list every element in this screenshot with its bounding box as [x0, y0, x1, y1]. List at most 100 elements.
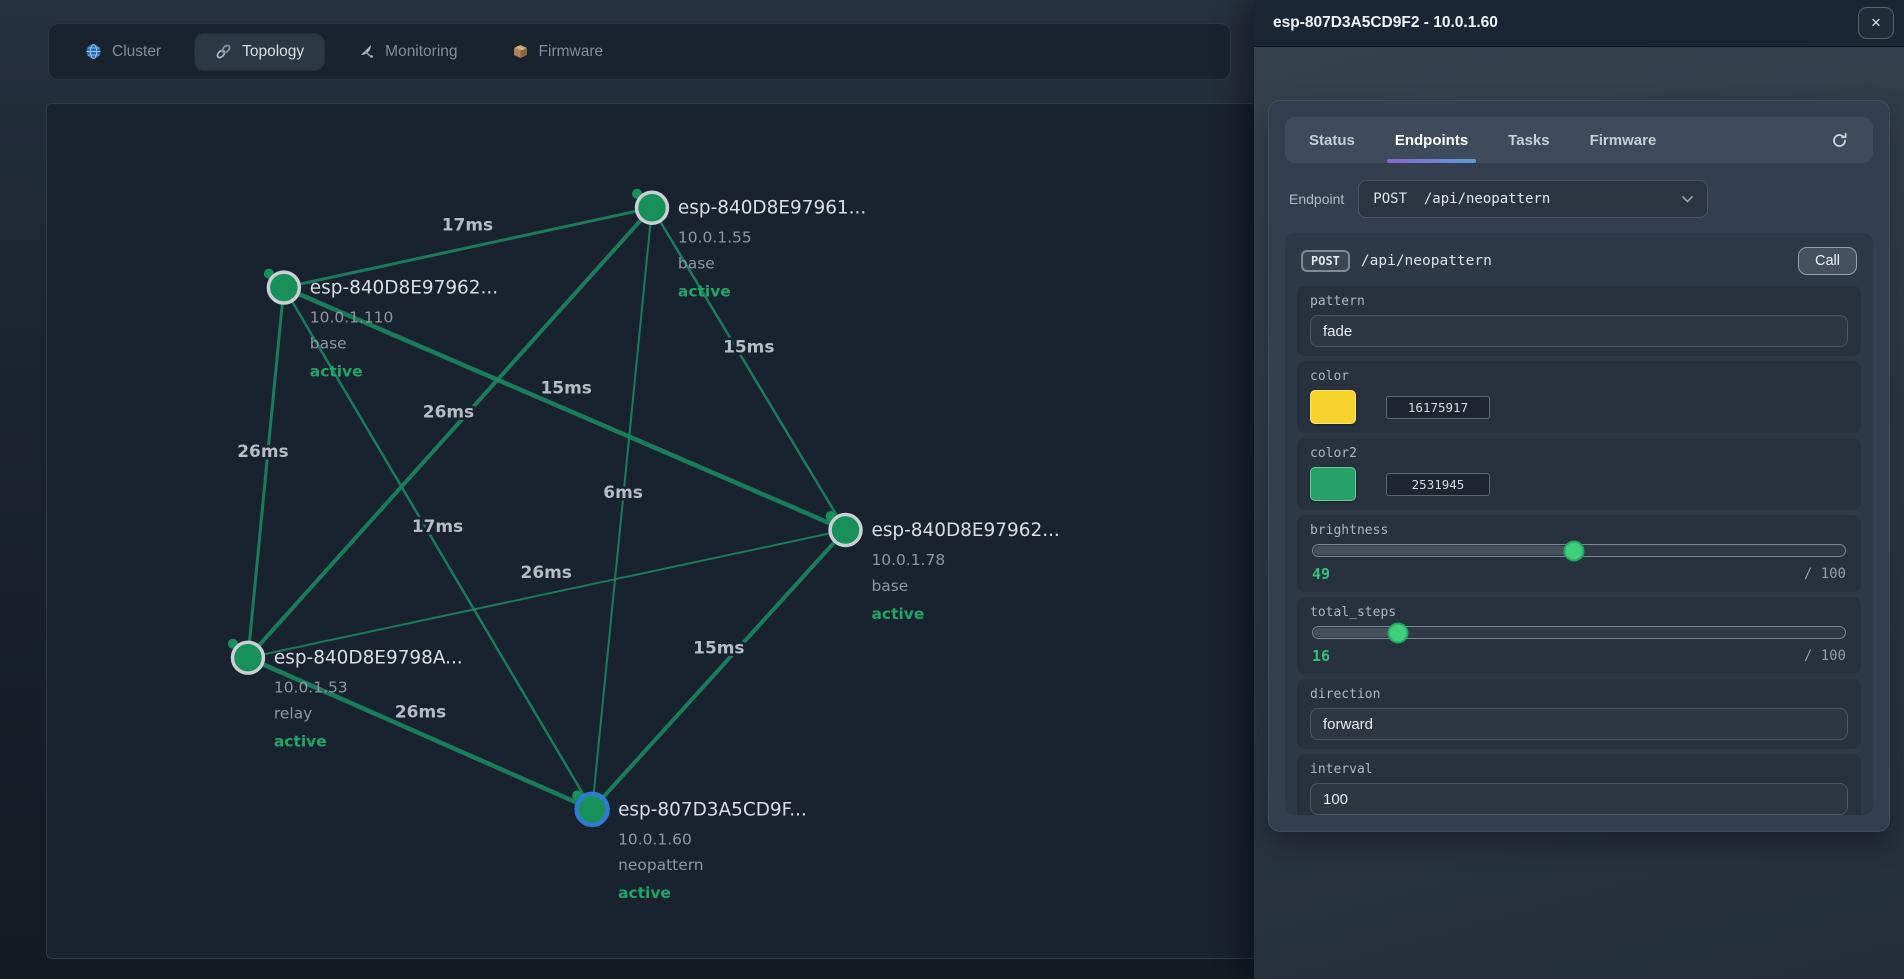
node-status: active [871, 605, 924, 623]
endpoint-select-value: POST /api/neopattern [1373, 191, 1550, 207]
slider-thumb[interactable] [1563, 540, 1584, 561]
color-value[interactable]: 16175917 [1386, 396, 1490, 419]
top-nav-bar: Cluster Topology Monitoring [49, 24, 1230, 79]
topology-edge [248, 288, 284, 658]
node-status: active [678, 283, 731, 301]
endpoint-selector-label: Endpoint [1289, 191, 1344, 207]
slider-thumb[interactable] [1388, 622, 1409, 643]
edge-latency-label: 15ms [723, 336, 774, 356]
node-role: relay [274, 705, 312, 723]
node-role: base [871, 577, 908, 595]
interval-input[interactable]: 100 [1310, 783, 1848, 815]
node-ip: 10.0.1.78 [871, 551, 945, 569]
node-status: active [310, 362, 363, 380]
field-label: interval [1310, 762, 1848, 777]
node-name: esp-840D8E97962... [310, 278, 498, 299]
color-swatch[interactable] [1310, 390, 1356, 424]
refresh-icon[interactable] [1830, 117, 1849, 163]
tab-status[interactable]: Status [1309, 117, 1355, 163]
endpoint-body: POST /api/neopattern Call pattern fade c… [1285, 233, 1873, 815]
slider-value: 16 [1312, 647, 1330, 665]
color2-swatch[interactable] [1310, 467, 1356, 501]
panel-title: esp-807D3A5CD9F2 - 10.0.1.60 [1273, 14, 1498, 32]
nav-tab-firmware[interactable]: Firmware [492, 34, 624, 70]
device-detail-panel: esp-807D3A5CD9F2 - 10.0.1.60 × Status En… [1254, 0, 1904, 979]
node-name: esp-840D8E97961... [678, 198, 866, 219]
chevron-down-icon [1682, 196, 1693, 203]
nav-tab-cluster[interactable]: Cluster [65, 34, 181, 70]
edge-latency-label: 26ms [423, 401, 474, 421]
field-label: pattern [1310, 294, 1848, 309]
endpoint-path: /api/neopattern [1361, 253, 1492, 269]
field-pattern: pattern fade [1297, 286, 1861, 356]
color-row: 2531945 [1310, 467, 1848, 501]
nav-tab-label: Topology [242, 43, 304, 61]
nav-tab-monitoring[interactable]: Monitoring [338, 34, 477, 70]
endpoint-select[interactable]: POST /api/neopattern [1358, 180, 1708, 218]
field-direction: direction forward [1297, 679, 1861, 749]
nav-tab-topology[interactable]: Topology [195, 34, 324, 70]
node-status: active [618, 884, 671, 902]
field-total-steps: total_steps 16 / 100 [1297, 597, 1861, 674]
nav-tab-label: Cluster [112, 43, 161, 61]
edge-latency-label: 26ms [237, 441, 288, 461]
main-area: Cluster Topology Monitoring [0, 0, 1254, 979]
slider-fill [1314, 546, 1575, 555]
topology-node[interactable]: esp-807D3A5CD9F...10.0.1.60neopatternact… [572, 790, 807, 902]
field-color2: color2 2531945 [1297, 438, 1861, 510]
topology-node[interactable]: esp-840D8E9798A...10.0.1.53relayactive [228, 639, 463, 751]
topology-graph: 17ms15ms15ms26ms26ms6ms17ms26ms15ms26mse… [47, 104, 1256, 958]
tab-firmware[interactable]: Firmware [1590, 117, 1657, 163]
tab-tasks[interactable]: Tasks [1508, 117, 1549, 163]
topology-edge [248, 530, 846, 658]
direction-input[interactable]: forward [1310, 708, 1848, 740]
pattern-input[interactable]: fade [1310, 315, 1848, 347]
slider-meta: 49 / 100 [1310, 565, 1848, 583]
edge-latency-label: 17ms [442, 215, 493, 235]
color-row: 16175917 [1310, 390, 1848, 424]
topology-node[interactable]: esp-840D8E97961...10.0.1.55baseactive [632, 189, 866, 301]
field-interval: interval 100 [1297, 754, 1861, 815]
field-label: total_steps [1310, 605, 1848, 620]
nav-tab-label: Monitoring [385, 43, 457, 61]
field-label: direction [1310, 687, 1848, 702]
topology-canvas[interactable]: 17ms15ms15ms26ms26ms6ms17ms26ms15ms26mse… [46, 103, 1257, 959]
topology-edge [592, 208, 652, 810]
color2-value[interactable]: 2531945 [1386, 473, 1490, 496]
topology-node[interactable]: esp-840D8E97962... 10.0.1.78 base active [826, 511, 1060, 623]
call-button[interactable]: Call [1798, 247, 1857, 275]
edge-latency-label: 17ms [412, 516, 463, 536]
edge-latency-label: 6ms [603, 482, 643, 502]
globe-icon [85, 43, 102, 60]
slider-fill [1314, 628, 1399, 637]
method-badge: POST [1301, 250, 1350, 272]
satellite-icon [358, 43, 375, 60]
brightness-slider[interactable] [1312, 544, 1846, 557]
panel-header: esp-807D3A5CD9F2 - 10.0.1.60 × [1254, 0, 1904, 47]
edge-latency-label: 15ms [693, 638, 744, 658]
slider-max: / 100 [1804, 566, 1846, 582]
endpoint-selector-row: Endpoint POST /api/neopattern [1289, 180, 1869, 218]
endpoint-header-row: POST /api/neopattern Call [1297, 245, 1861, 281]
panel-tabstrip: Status Endpoints Tasks Firmware [1285, 117, 1873, 163]
slider-meta: 16 / 100 [1310, 647, 1848, 665]
close-icon[interactable]: × [1858, 7, 1894, 39]
node-role: neopattern [618, 856, 704, 874]
node-role: base [310, 334, 347, 352]
topology-edge [248, 208, 652, 658]
edge-latency-label: 15ms [541, 377, 592, 397]
field-color: color 16175917 [1297, 361, 1861, 433]
field-label: brightness [1310, 523, 1848, 538]
node-ip: 10.0.1.60 [618, 830, 692, 848]
node-ip: 10.0.1.110 [310, 308, 394, 326]
tab-endpoints[interactable]: Endpoints [1395, 117, 1468, 163]
field-label: color [1310, 369, 1848, 384]
slider-value: 49 [1312, 565, 1330, 583]
node-name: esp-840D8E97962... [871, 520, 1059, 541]
device-card: Status Endpoints Tasks Firmware Endpoint… [1268, 100, 1890, 832]
topology-edge [592, 530, 845, 809]
edge-latency-label: 26ms [395, 702, 446, 722]
total-steps-slider[interactable] [1312, 626, 1846, 639]
node-role: base [678, 255, 715, 273]
package-icon [512, 43, 529, 60]
